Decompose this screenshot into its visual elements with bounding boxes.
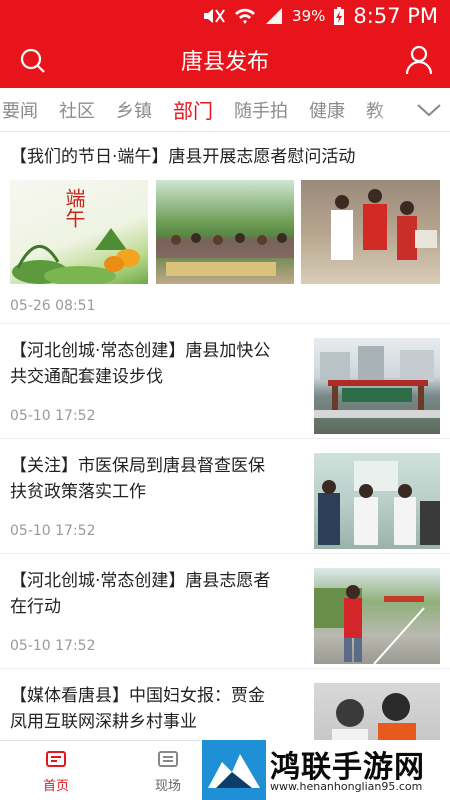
news-card[interactable]: 【河北创城·常态创建】唐县加快公 共交通配套建设步伐 05-10 17:52	[0, 324, 450, 439]
status-bar: 39% 8:57 PM	[0, 0, 450, 32]
tab-community[interactable]: 社区	[59, 97, 95, 126]
news-date: 05-10 17:52	[10, 408, 96, 424]
news-image-women-portrait	[314, 683, 440, 740]
tabs-fade	[370, 88, 410, 131]
battery-charging-icon	[334, 7, 345, 25]
signal-icon	[266, 8, 283, 24]
nav-home-label: 首页	[42, 779, 69, 794]
tab-snapshots[interactable]: 随手拍	[234, 97, 288, 126]
nav-home[interactable]: 首页	[26, 749, 86, 794]
image-caption-duanwu: 端午	[62, 188, 86, 228]
category-tabs: 要闻 社区 乡镇 部门 随手拍 健康 教	[0, 88, 450, 132]
watermark-logo	[202, 740, 266, 800]
wifi-icon	[235, 8, 256, 24]
news-headline-line: 【关注】市医保局到唐县督查医保	[10, 456, 265, 476]
news-headline-line: 在行动	[10, 597, 61, 617]
news-card[interactable]: 【媒体看唐县】中国妇女报：贾金 凤用互联网深耕乡村事业	[0, 669, 450, 740]
news-date: 05-10 17:52	[10, 638, 96, 654]
more-tabs-button[interactable]	[408, 88, 450, 131]
tab-health[interactable]: 健康	[309, 97, 345, 126]
news-image-volunteers	[156, 180, 294, 284]
news-card[interactable]: 【关注】市医保局到唐县督查医保 扶贫政策落实工作 05-10 17:52	[0, 439, 450, 554]
nav-live[interactable]: 现场	[138, 749, 198, 794]
tab-departments[interactable]: 部门	[173, 95, 213, 124]
news-headline-line: 凤用互联网深耕乡村事业	[10, 712, 197, 732]
mute-icon	[204, 9, 225, 23]
battery-percent: 39%	[292, 7, 326, 25]
news-image-bus-stop	[314, 338, 440, 434]
news-image-dragon-boat: 端午	[10, 180, 148, 284]
news-headline: 【河北创城·常态创建】唐县加快公 共交通配套建设步伐	[10, 338, 306, 390]
news-headline: 【关注】市医保局到唐县督查医保 扶贫政策落实工作	[10, 453, 306, 505]
news-headline-line: 【河北创城·常态创建】唐县志愿者	[10, 571, 271, 591]
clock: 8:57 PM	[353, 4, 438, 28]
newspaper-icon	[158, 751, 178, 767]
news-headline-line: 【媒体看唐县】中国妇女报：贾金	[10, 686, 265, 706]
news-image-street-volunteer	[314, 568, 440, 664]
watermark-url: www.henanhonglian95.com	[270, 780, 423, 793]
news-card[interactable]: 【河北创城·常态创建】唐县志愿者 在行动 05-10 17:52	[0, 554, 450, 669]
tab-towns[interactable]: 乡镇	[116, 97, 152, 126]
page-title: 唐县发布	[180, 50, 269, 75]
news-image-delivery	[301, 180, 440, 284]
tab-news[interactable]: 要闻	[2, 97, 38, 126]
news-headline: 【我们的节日·端午】唐县开展志愿者慰问活动	[10, 147, 356, 167]
home-icon	[46, 751, 66, 767]
news-headline-line: 【河北创城·常态创建】唐县加快公	[10, 341, 271, 361]
news-image-medical-inspection	[314, 453, 440, 549]
news-headline: 【河北创城·常态创建】唐县志愿者 在行动	[10, 568, 306, 620]
user-icon[interactable]	[404, 44, 434, 76]
app-header: 唐县发布	[0, 32, 450, 88]
news-card[interactable]: 【我们的节日·端午】唐县开展志愿者慰问活动 端午 05-26 08:51	[0, 132, 450, 324]
news-date: 05-26 08:51	[10, 298, 96, 314]
chevron-down-icon	[417, 104, 441, 117]
site-watermark: 鸿联手游网 www.henanhonglian95.com	[200, 740, 450, 800]
news-headline-line: 扶贫政策落实工作	[10, 482, 146, 502]
news-date: 05-10 17:52	[10, 523, 96, 539]
news-headline-line: 共交通配套建设步伐	[10, 367, 163, 387]
news-headline: 【媒体看唐县】中国妇女报：贾金 凤用互联网深耕乡村事业	[10, 683, 306, 735]
news-feed: 【我们的节日·端午】唐县开展志愿者慰问活动 端午 05-26 08:51 【河北…	[0, 132, 450, 740]
nav-live-label: 现场	[154, 779, 181, 794]
status-icons: 39% 8:57 PM	[202, 4, 438, 28]
